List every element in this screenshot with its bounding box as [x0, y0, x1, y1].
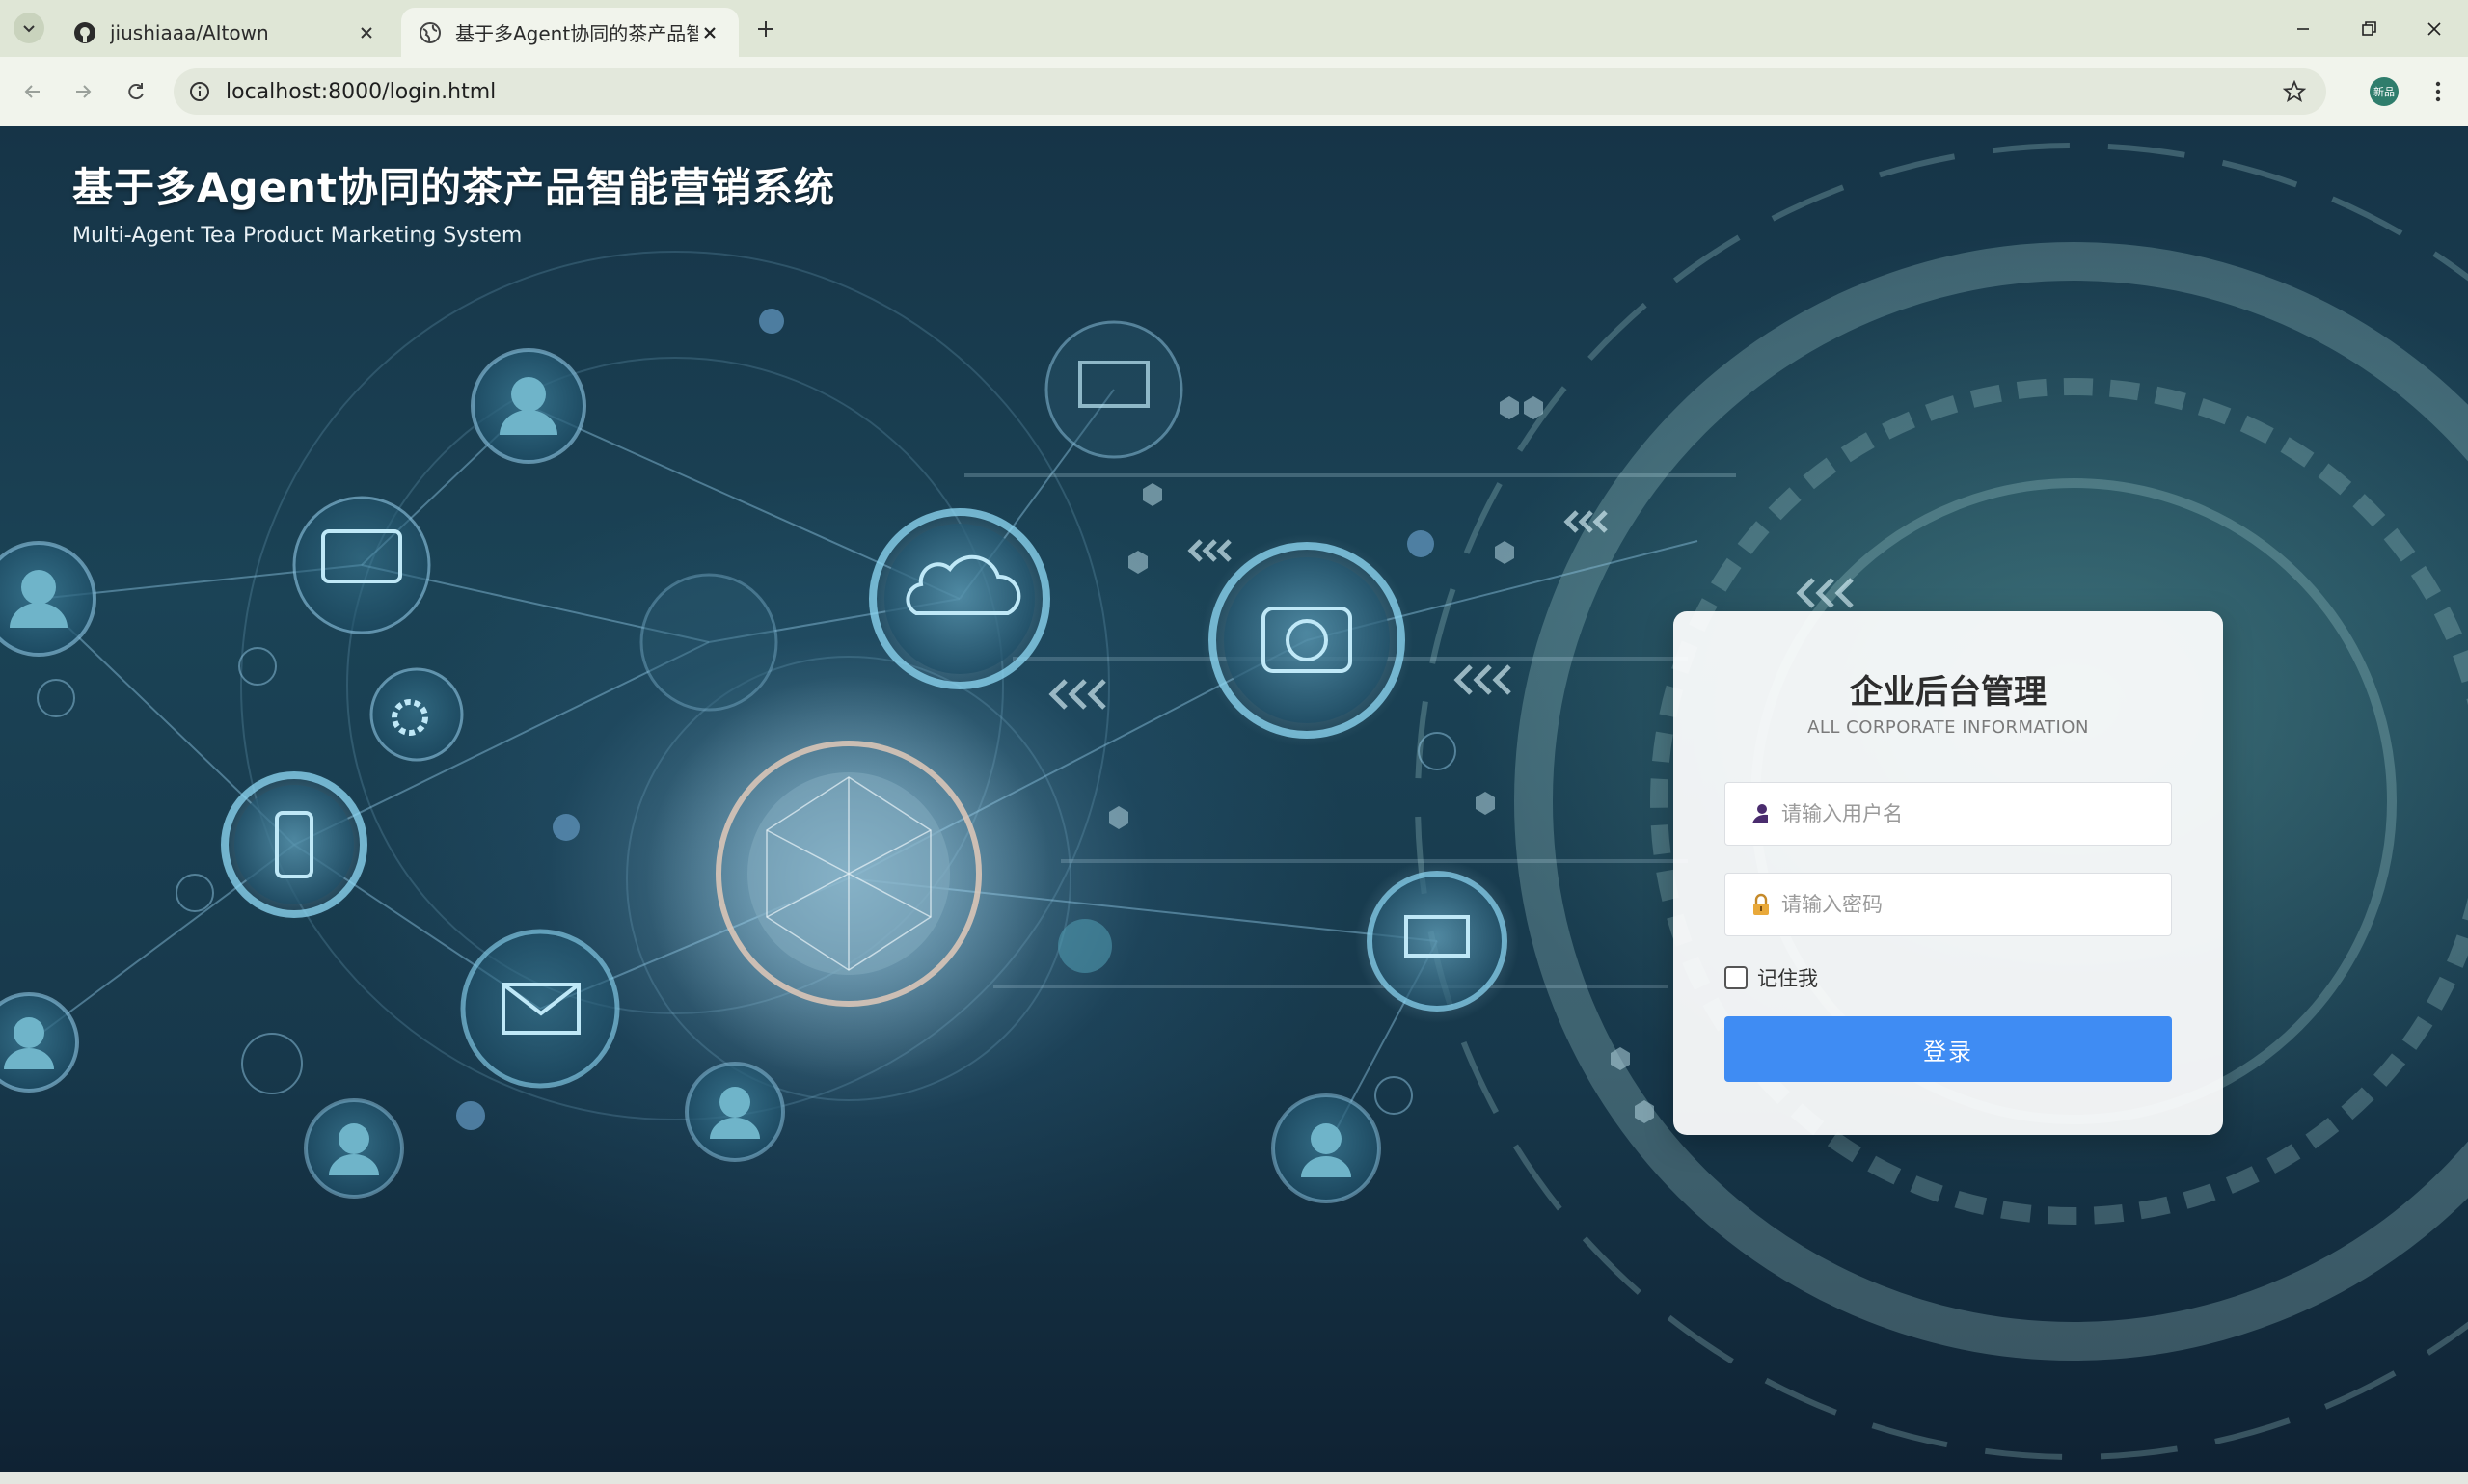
close-window-button[interactable] [2417, 12, 2452, 46]
remember-checkbox[interactable] [1724, 966, 1748, 989]
tab-strip: jiushiaaa/AItown 基于多Agent协同的茶产品智能 [0, 0, 2468, 57]
restore-button[interactable] [2351, 12, 2386, 46]
login-button[interactable]: 登录 [1724, 1016, 2172, 1082]
globe-icon [420, 21, 441, 43]
minimize-button[interactable] [2286, 12, 2320, 46]
more-menu-icon[interactable] [2424, 74, 2453, 109]
reload-button[interactable] [119, 74, 153, 109]
tab-title: jiushiaaa/AItown [110, 20, 269, 44]
system-title: 基于多Agent协同的茶产品智能营销系统 [72, 164, 836, 211]
new-tab-button[interactable] [750, 13, 781, 44]
remember-me[interactable]: 记住我 [1724, 963, 1818, 992]
password-input[interactable] [1781, 893, 2167, 916]
tab-search-button[interactable] [14, 13, 44, 43]
bookmark-star-icon[interactable] [2280, 77, 2309, 106]
arrow-left-icon [24, 85, 40, 98]
github-icon [74, 21, 95, 43]
tab-title: 基于多Agent协同的茶产品智能 [455, 22, 698, 45]
close-icon[interactable] [355, 21, 378, 44]
system-subtitle: Multi-Agent Tea Product Marketing System [72, 224, 523, 248]
user-icon [1749, 801, 1774, 826]
site-info-icon[interactable] [185, 77, 214, 106]
forward-button[interactable] [66, 74, 100, 109]
login-title: 企业后台管理 [1850, 673, 2047, 712]
remember-label[interactable]: 记住我 [1757, 963, 1818, 992]
password-field[interactable] [1724, 873, 2172, 936]
login-subtitle: ALL CORPORATE INFORMATION [1807, 717, 2089, 738]
back-button[interactable] [15, 74, 50, 109]
chevron-down-icon [23, 25, 35, 33]
arrow-right-icon [76, 85, 92, 98]
profile-avatar[interactable]: 新品 [2370, 77, 2399, 106]
plus-icon [758, 21, 773, 37]
browser-toolbar: localhost:8000/login.html 新品 [0, 57, 2468, 126]
tab-login[interactable]: 基于多Agent协同的茶产品智能 [401, 8, 739, 57]
window-bottom-edge [0, 1472, 2468, 1484]
restore-icon [2362, 21, 2376, 36]
close-icon[interactable] [698, 21, 721, 44]
url-text: localhost:8000/login.html [226, 80, 496, 104]
login-card: 企业后台管理 ALL CORPORATE INFORMATION 记住我 登录 [1673, 611, 2223, 1135]
username-input[interactable] [1781, 802, 2167, 825]
reload-icon [128, 83, 144, 100]
url-host: localhost [226, 79, 321, 104]
close-icon [2427, 22, 2441, 36]
url-path: :8000/login.html [320, 79, 497, 104]
tab-github[interactable]: jiushiaaa/AItown [56, 8, 395, 57]
username-field[interactable] [1724, 782, 2172, 846]
address-bar[interactable]: localhost:8000/login.html [174, 68, 2326, 115]
minimize-icon [2297, 28, 2309, 30]
lock-icon [1749, 892, 1774, 917]
login-page: 基于多Agent协同的茶产品智能营销系统 Multi-Agent Tea Pro… [0, 126, 2468, 1472]
brand-header: 基于多Agent协同的茶产品智能营销系统 Multi-Agent Tea Pro… [72, 155, 835, 248]
